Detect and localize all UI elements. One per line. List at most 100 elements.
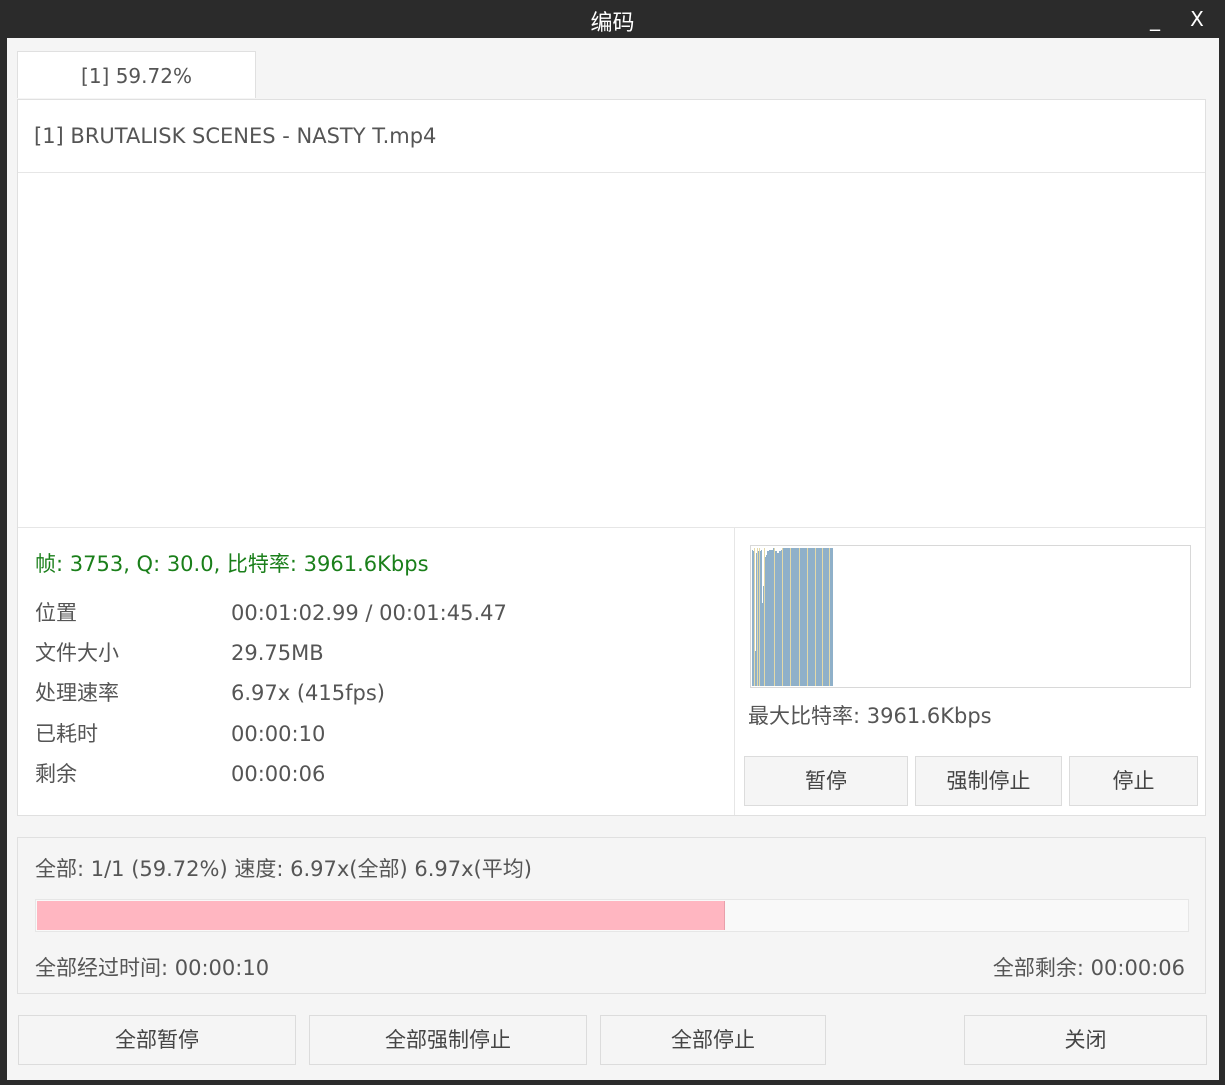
bitrate-bar bbox=[780, 551, 781, 686]
bitrate-bar bbox=[763, 586, 764, 686]
bitrate-bar bbox=[809, 548, 810, 686]
bitrate-bar bbox=[797, 548, 798, 686]
bitrate-gap-line bbox=[782, 548, 783, 686]
bitrate-bar bbox=[803, 548, 804, 686]
bitrate-bar bbox=[784, 548, 785, 686]
bitrate-bar bbox=[812, 548, 813, 686]
bitrate-bar bbox=[785, 548, 786, 686]
bitrate-bar bbox=[769, 550, 770, 686]
bitrate-bar bbox=[810, 548, 811, 686]
tab-job-1[interactable]: [1] 59.72% bbox=[17, 51, 256, 98]
stop-button[interactable]: 停止 bbox=[1069, 756, 1198, 806]
bitrate-bar bbox=[818, 548, 819, 686]
job-filename: [1] BRUTALISK SCENES - NASTY T.mp4 bbox=[34, 124, 437, 148]
stat-row-remaining: 剩余 00:00:06 bbox=[35, 758, 325, 788]
bitrate-bar bbox=[813, 548, 814, 686]
stat-row-speed: 处理速率 6.97x (415fps) bbox=[35, 677, 385, 707]
bitrate-bar bbox=[771, 550, 772, 686]
bitrate-bar bbox=[758, 551, 759, 686]
bitrate-gap-line bbox=[815, 548, 816, 686]
bitrate-gap-line bbox=[822, 548, 823, 686]
bitrate-bar bbox=[830, 548, 831, 686]
minimize-button[interactable]: _ bbox=[1135, 3, 1175, 35]
bitrate-bar bbox=[821, 548, 822, 686]
divider bbox=[734, 528, 735, 815]
frame-stats-line: 帧: 3753, Q: 30.0, 比特率: 3961.6Kbps bbox=[35, 552, 429, 576]
bitrate-bar bbox=[788, 548, 789, 686]
overall-summary: 全部: 1/1 (59.72%) 速度: 6.97x(全部) 6.97x(平均) bbox=[35, 857, 532, 881]
stat-value: 6.97x (415fps) bbox=[231, 681, 385, 705]
bitrate-bar bbox=[761, 550, 762, 686]
bitrate-bar bbox=[777, 553, 778, 686]
stat-label: 位置 bbox=[35, 601, 77, 625]
bitrate-bar bbox=[765, 557, 766, 686]
bitrate-bar bbox=[814, 548, 815, 686]
bitrate-bar bbox=[820, 548, 821, 686]
stat-label: 剩余 bbox=[35, 762, 77, 786]
overall-progress-bar bbox=[35, 899, 1189, 932]
bitrate-bar bbox=[773, 548, 774, 686]
bitrate-gap-line bbox=[757, 548, 758, 686]
bitrate-bar bbox=[756, 553, 757, 686]
job-panel: [1] BRUTALISK SCENES - NASTY T.mp4 帧: 37… bbox=[17, 99, 1206, 816]
bitrate-bar bbox=[778, 553, 779, 686]
bitrate-bar bbox=[768, 551, 769, 686]
force-stop-all-button[interactable]: 全部强制停止 bbox=[309, 1015, 587, 1065]
stat-row-elapsed: 已耗时 00:00:10 bbox=[35, 718, 325, 748]
pause-all-button[interactable]: 全部暂停 bbox=[18, 1015, 296, 1065]
bitrate-bar bbox=[825, 548, 826, 686]
bitrate-gap-line bbox=[774, 548, 775, 686]
bitrate-gap-line bbox=[799, 548, 800, 686]
title-bar[interactable]: 编码 _ X bbox=[0, 0, 1225, 38]
bitrate-bar bbox=[793, 548, 794, 686]
bitrate-bar bbox=[804, 548, 805, 686]
bitrate-bar bbox=[796, 548, 797, 686]
close-window-button[interactable]: X bbox=[1177, 3, 1217, 35]
bitrate-bar bbox=[762, 603, 763, 686]
bitrate-bar bbox=[766, 555, 767, 686]
bitrate-bar bbox=[806, 548, 807, 686]
stat-value: 00:01:02.99 / 00:01:45.47 bbox=[231, 601, 507, 625]
bitrate-bar bbox=[800, 548, 801, 686]
overall-remaining: 全部剩余: 00:00:06 bbox=[992, 956, 1185, 980]
bitrate-bar bbox=[795, 548, 796, 686]
bitrate-gap-line bbox=[807, 548, 808, 686]
bitrate-bar bbox=[779, 551, 780, 686]
bitrate-bar bbox=[770, 550, 771, 686]
divider bbox=[18, 527, 1205, 528]
bitrate-bar bbox=[811, 548, 812, 686]
close-button[interactable]: 关闭 bbox=[964, 1015, 1207, 1065]
bitrate-bar bbox=[802, 548, 803, 686]
bitrate-bar bbox=[828, 548, 829, 686]
stop-all-button[interactable]: 全部停止 bbox=[600, 1015, 826, 1065]
pause-button[interactable]: 暂停 bbox=[744, 756, 908, 806]
bitrate-bar bbox=[823, 548, 824, 686]
bitrate-bar bbox=[775, 551, 776, 686]
force-stop-button[interactable]: 强制停止 bbox=[915, 756, 1062, 806]
bitrate-bar bbox=[755, 651, 756, 686]
bitrate-bar bbox=[801, 548, 802, 686]
bitrate-bar bbox=[786, 548, 787, 686]
overall-elapsed: 全部经过时间: 00:00:10 bbox=[35, 956, 270, 980]
stat-row-position: 位置 00:01:02.99 / 00:01:45.47 bbox=[35, 597, 507, 627]
bitrate-bar bbox=[808, 548, 809, 686]
bitrate-bar bbox=[817, 548, 818, 686]
bitrate-bar bbox=[827, 548, 828, 686]
bitrate-bar bbox=[789, 548, 790, 686]
max-bitrate-label: 最大比特率: 3961.6Kbps bbox=[748, 704, 992, 728]
bitrate-gap-line bbox=[764, 548, 765, 686]
encode-window: 编码 _ X [1] 59.72% [1] BRUTALISK SCENES -… bbox=[0, 0, 1225, 1085]
overall-progress-panel: 全部: 1/1 (59.72%) 速度: 6.97x(全部) 6.97x(平均)… bbox=[17, 837, 1206, 994]
bitrate-gap-line bbox=[759, 548, 760, 686]
window-title: 编码 bbox=[590, 11, 635, 36]
bitrate-bar bbox=[798, 548, 799, 686]
bitrate-gap-line bbox=[829, 548, 830, 686]
bitrate-bar bbox=[787, 548, 788, 686]
bitrate-bar bbox=[819, 548, 820, 686]
stat-value: 00:00:10 bbox=[231, 722, 326, 746]
stat-value: 29.75MB bbox=[231, 641, 324, 665]
bitrate-bar bbox=[824, 548, 825, 686]
bitrate-bar bbox=[781, 550, 782, 686]
bitrate-bar bbox=[791, 548, 792, 686]
bitrate-bar bbox=[831, 548, 832, 686]
